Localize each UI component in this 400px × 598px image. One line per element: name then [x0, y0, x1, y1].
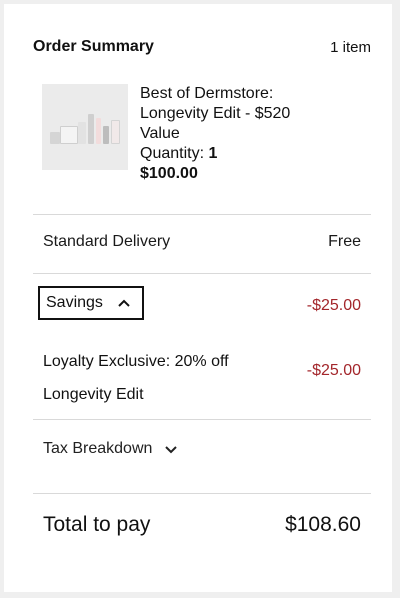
- savings-item-label: Loyalty Exclusive: 20% off Longevity Edi…: [43, 353, 229, 403]
- product-info: Best of Dermstore: Longevity Edit - $520…: [140, 84, 318, 184]
- total-label: Total to pay: [43, 513, 151, 536]
- product-thumbnail-image[interactable]: [42, 84, 128, 170]
- savings-toggle-label: Savings: [46, 294, 103, 311]
- divider: [33, 273, 371, 274]
- savings-total-value: -$25.00: [306, 297, 361, 314]
- savings-total: -$25.00: [307, 297, 361, 315]
- delivery-label: Standard Delivery: [43, 233, 171, 250]
- item-count: 1 item: [330, 38, 371, 56]
- savings-toggle-button[interactable]: Savings: [38, 286, 144, 320]
- total-row: Total to pay $108.60: [43, 513, 361, 537]
- order-summary-header: Order Summary 1 item: [33, 38, 371, 56]
- chevron-up-icon: [117, 298, 131, 308]
- divider: [33, 214, 371, 215]
- total-value: $108.60: [285, 513, 361, 536]
- product-quantity: Quantity: 1: [140, 144, 318, 164]
- delivery-row: Standard Delivery Free: [43, 233, 361, 251]
- product-line-item: Best of Dermstore: Longevity Edit - $520…: [42, 84, 318, 184]
- tax-breakdown-toggle[interactable]: Tax Breakdown: [43, 440, 178, 458]
- divider: [33, 419, 371, 420]
- quantity-label: Quantity:: [140, 145, 205, 162]
- chevron-down-icon: [164, 444, 178, 454]
- savings-item-amount: -$25.00: [306, 362, 361, 379]
- delivery-value: Free: [328, 233, 361, 250]
- quantity-value: 1: [208, 145, 218, 162]
- tax-breakdown-label: Tax Breakdown: [43, 440, 153, 457]
- product-price: $100.00: [140, 165, 198, 182]
- product-name[interactable]: Best of Dermstore: Longevity Edit - $520…: [140, 84, 318, 144]
- order-summary-title: Order Summary: [33, 38, 154, 55]
- divider: [33, 493, 371, 494]
